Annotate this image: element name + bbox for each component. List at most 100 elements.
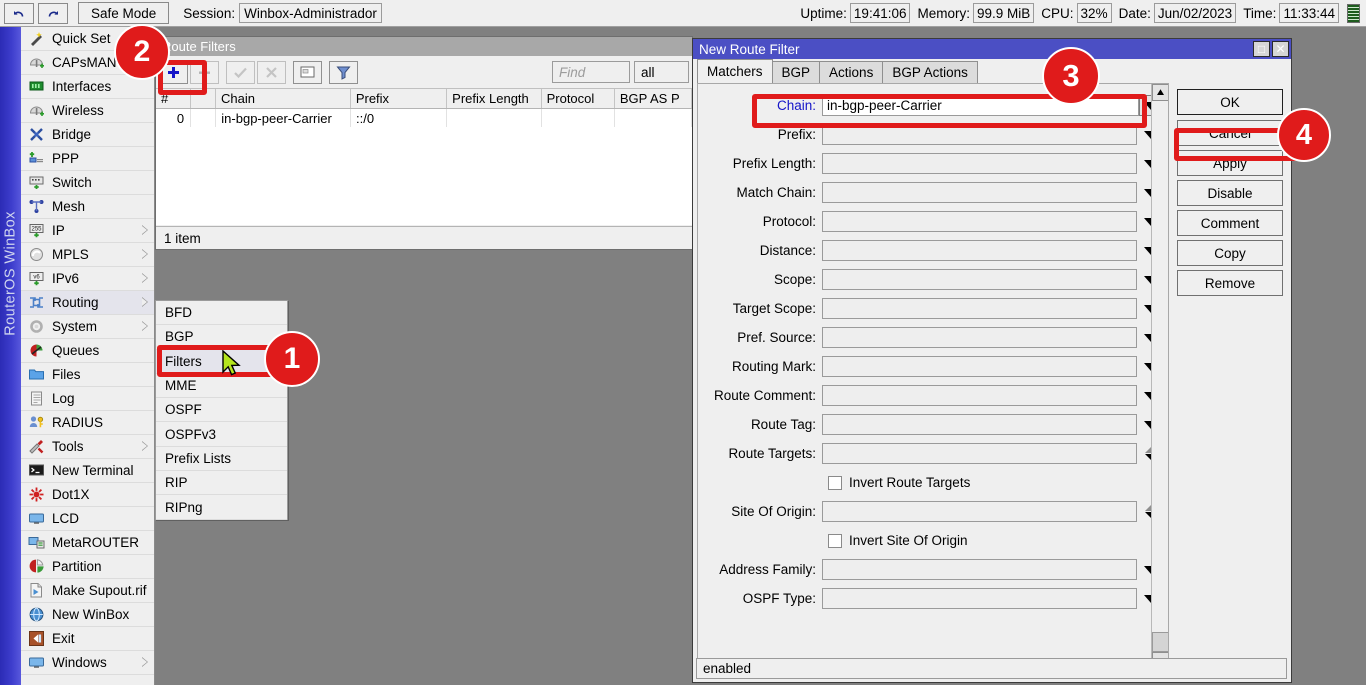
sidebar-item-mpls[interactable]: MPLS bbox=[21, 243, 154, 267]
submenu-item-rip[interactable]: RIP bbox=[156, 471, 287, 495]
sidebar-item-partition[interactable]: Partition bbox=[21, 555, 154, 579]
field-input-pref-source[interactable] bbox=[822, 327, 1137, 348]
sidebar-item-ipv6[interactable]: v6IPv6 bbox=[21, 267, 154, 291]
remove-button[interactable]: Remove bbox=[1177, 270, 1283, 296]
column-header-chain[interactable]: Chain bbox=[216, 89, 351, 108]
field-input-route-comment[interactable] bbox=[822, 385, 1137, 406]
field-input-scope[interactable] bbox=[822, 269, 1137, 290]
route-filters-filter-button[interactable] bbox=[329, 61, 358, 84]
route-filters-enable-button[interactable] bbox=[226, 61, 255, 84]
sidebar-item-system[interactable]: System bbox=[21, 315, 154, 339]
disable-button[interactable]: Disable bbox=[1177, 180, 1283, 206]
tab-matchers[interactable]: Matchers bbox=[697, 59, 773, 83]
route-filters-find-input[interactable]: Find bbox=[552, 61, 630, 83]
undo-icon[interactable] bbox=[4, 3, 34, 24]
sidebar-item-dot1x[interactable]: Dot1X bbox=[21, 483, 154, 507]
field-input-route-targets[interactable] bbox=[822, 443, 1137, 464]
table-row[interactable]: 0in-bgp-peer-Carrier::/0 bbox=[156, 109, 692, 127]
sidebar-item-mesh[interactable]: Mesh bbox=[21, 195, 154, 219]
route-filters-comment-button[interactable] bbox=[293, 61, 322, 84]
comment-button[interactable]: Comment bbox=[1177, 210, 1283, 236]
checkbox-invert-site-of-origin[interactable] bbox=[828, 534, 842, 548]
column-header-prefix-length[interactable]: Prefix Length bbox=[447, 89, 541, 108]
sidebar-item-ip[interactable]: 255 IP bbox=[21, 219, 154, 243]
sidebar-item-lcd[interactable]: LCD bbox=[21, 507, 154, 531]
submenu-item-ospfv3[interactable]: OSPFv3 bbox=[156, 422, 287, 446]
scrollbar-thumb[interactable] bbox=[1152, 632, 1169, 652]
ip-255-icon: 255 bbox=[27, 222, 45, 240]
tab-bgp-actions[interactable]: BGP Actions bbox=[882, 61, 978, 83]
field-input-chain[interactable]: in-bgp-peer-Carrier bbox=[822, 95, 1139, 116]
column-header-protocol[interactable]: Protocol bbox=[542, 89, 615, 108]
field-input-distance[interactable] bbox=[822, 240, 1137, 261]
close-icon[interactable]: ✕ bbox=[1272, 41, 1289, 57]
tab-actions[interactable]: Actions bbox=[819, 61, 883, 83]
field-row-prefix-length: Prefix Length: bbox=[698, 149, 1168, 178]
field-input-prefix[interactable] bbox=[822, 124, 1137, 145]
route-filters-remove-button[interactable] bbox=[190, 61, 219, 84]
sidebar-item-label: Tools bbox=[52, 439, 84, 454]
maximize-icon[interactable]: □ bbox=[1253, 41, 1270, 57]
field-input-match-chain[interactable] bbox=[822, 182, 1137, 203]
field-row-match-chain: Match Chain: bbox=[698, 178, 1168, 207]
scroll-up-arrow-icon[interactable] bbox=[1152, 84, 1169, 101]
sidebar-item-files[interactable]: Files bbox=[21, 363, 154, 387]
submenu-item-ospf[interactable]: OSPF bbox=[156, 398, 287, 422]
sidebar-item-exit[interactable]: Exit bbox=[21, 627, 154, 651]
sidebar-item-queues[interactable]: Queues bbox=[21, 339, 154, 363]
safe-mode-button[interactable]: Safe Mode bbox=[78, 2, 169, 24]
sidebar-item-ppp[interactable]: PPP bbox=[21, 147, 154, 171]
checkbox-invert-route-targets[interactable] bbox=[828, 476, 842, 490]
field-input-address-family[interactable] bbox=[822, 559, 1137, 580]
document-run-icon bbox=[27, 582, 45, 600]
redo-icon[interactable] bbox=[38, 3, 68, 24]
field-input-target-scope[interactable] bbox=[822, 298, 1137, 319]
submenu-item-bfd[interactable]: BFD bbox=[156, 301, 287, 325]
field-input-route-tag[interactable] bbox=[822, 414, 1137, 435]
column-header-bgp-as-p[interactable]: BGP AS P bbox=[615, 89, 692, 108]
route-filters-scope-dropdown[interactable]: all bbox=[634, 61, 689, 83]
log-icon bbox=[27, 390, 45, 408]
sidebar-item-label: System bbox=[52, 319, 97, 334]
cpu-usage-graph-icon bbox=[1347, 4, 1360, 23]
sidebar-item-new-terminal[interactable]: New Terminal bbox=[21, 459, 154, 483]
sidebar-item-make-supout-rif[interactable]: Make Supout.rif bbox=[21, 579, 154, 603]
field-input-prefix-length[interactable] bbox=[822, 153, 1137, 174]
uptime-label: Uptime: bbox=[800, 6, 847, 21]
ok-button[interactable]: OK bbox=[1177, 89, 1283, 115]
column-header--[interactable]: # bbox=[156, 89, 191, 108]
annotation-marker-1: 1 bbox=[264, 331, 320, 387]
svg-text:255: 255 bbox=[31, 227, 42, 233]
column-header-flag[interactable] bbox=[191, 89, 216, 108]
new-route-filter-titlebar[interactable]: New Route Filter □ ✕ bbox=[693, 39, 1291, 59]
sidebar-item-tools[interactable]: Tools bbox=[21, 435, 154, 459]
field-input-site-of-origin[interactable] bbox=[822, 501, 1137, 522]
sidebar-item-new-winbox[interactable]: New WinBox bbox=[21, 603, 154, 627]
route-filters-disable-button[interactable] bbox=[257, 61, 286, 84]
sidebar-item-label: IP bbox=[52, 223, 65, 238]
submenu-item-ripng[interactable]: RIPng bbox=[156, 495, 287, 519]
column-header-prefix[interactable]: Prefix bbox=[351, 89, 447, 108]
cancel-button[interactable]: Cancel bbox=[1177, 120, 1283, 146]
route-filters-statusbar: 1 item bbox=[156, 226, 692, 249]
antenna-icon bbox=[28, 102, 45, 119]
submenu-item-prefix-lists[interactable]: Prefix Lists bbox=[156, 447, 287, 471]
sidebar-item-windows[interactable]: Windows bbox=[21, 651, 154, 675]
sidebar-item-wireless[interactable]: Wireless bbox=[21, 99, 154, 123]
sidebar-item-label: RADIUS bbox=[52, 415, 103, 430]
sidebar-item-radius[interactable]: RADIUS bbox=[21, 411, 154, 435]
field-input-routing-mark[interactable] bbox=[822, 356, 1137, 377]
apply-button[interactable]: Apply bbox=[1177, 150, 1283, 176]
route-filters-titlebar[interactable]: Route Filters bbox=[156, 37, 692, 56]
sidebar-item-routing[interactable]: Routing bbox=[21, 291, 154, 315]
sidebar-item-switch[interactable]: Switch bbox=[21, 171, 154, 195]
sidebar-item-log[interactable]: Log bbox=[21, 387, 154, 411]
sidebar-item-metarouter[interactable]: MetaROUTER bbox=[21, 531, 154, 555]
field-input-ospf-type[interactable] bbox=[822, 588, 1137, 609]
sidebar-item-bridge[interactable]: Bridge bbox=[21, 123, 154, 147]
form-vertical-scrollbar[interactable] bbox=[1151, 84, 1168, 669]
tab-bgp[interactable]: BGP bbox=[772, 61, 821, 83]
mouse-cursor-icon bbox=[222, 350, 244, 380]
field-input-protocol[interactable] bbox=[822, 211, 1137, 232]
copy-button[interactable]: Copy bbox=[1177, 240, 1283, 266]
